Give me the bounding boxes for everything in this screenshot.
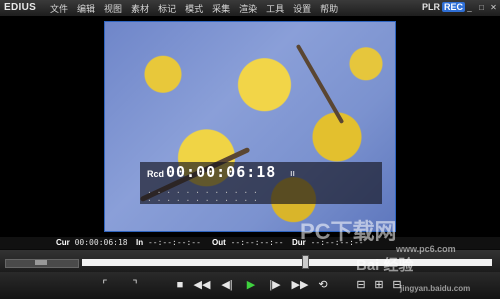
menu-tools[interactable]: 工具 bbox=[266, 2, 284, 15]
play-button[interactable]: ▶ bbox=[244, 279, 258, 292]
maximize-icon[interactable]: □ bbox=[477, 3, 486, 12]
cur-timecode: Cur 00:00:06:18 bbox=[56, 238, 128, 247]
cur-value: 00:00:06:18 bbox=[74, 238, 128, 247]
shuttle-thumb[interactable] bbox=[35, 260, 47, 265]
menu-bar: EDIUS 文件 编辑 视图 素材 标记 模式 采集 渲染 工具 设置 帮助 P… bbox=[0, 0, 500, 17]
overlay-dots: · · · · · · · · · · · · bbox=[147, 196, 258, 205]
playhead-handle[interactable] bbox=[302, 255, 309, 269]
pause-icon: ıı bbox=[290, 168, 296, 178]
watermark-site: PC下载网 bbox=[300, 219, 397, 244]
menu-help[interactable]: 帮助 bbox=[320, 2, 338, 15]
step-back-button[interactable]: ◀| bbox=[218, 279, 236, 292]
branch bbox=[295, 44, 345, 124]
out-value: --:--:--:-- bbox=[230, 238, 284, 247]
mark-out-icon[interactable]: ⌝ bbox=[128, 279, 142, 292]
menu-file[interactable]: 文件 bbox=[50, 2, 68, 15]
record-label: Rcd bbox=[147, 169, 165, 179]
menu-edit[interactable]: 编辑 bbox=[77, 2, 95, 15]
menu-marker[interactable]: 标记 bbox=[158, 2, 176, 15]
overlay-timecode: 00:00:06:18 bbox=[166, 163, 277, 181]
stop-button[interactable]: ■ bbox=[173, 279, 187, 292]
main-menu: 文件 编辑 视图 素材 标记 模式 采集 渲染 工具 设置 帮助 bbox=[50, 2, 347, 15]
minimize-icon[interactable]: _ bbox=[465, 3, 474, 12]
cur-label: Cur bbox=[56, 238, 70, 247]
app-logo: EDIUS bbox=[4, 2, 37, 13]
out-timecode: Out --:--:--:-- bbox=[212, 238, 284, 247]
menu-capture[interactable]: 采集 bbox=[212, 2, 230, 15]
rec-label[interactable]: REC bbox=[442, 2, 466, 12]
step-forward-button[interactable]: |▶ bbox=[266, 279, 284, 292]
in-value: --:--:--:-- bbox=[147, 238, 201, 247]
close-icon[interactable]: ✕ bbox=[489, 3, 498, 12]
watermark-baidu-url: jingyan.baidu.com bbox=[400, 284, 471, 293]
position-slider[interactable] bbox=[82, 259, 492, 266]
plr-label[interactable]: PLR bbox=[422, 2, 440, 12]
fast-forward-button[interactable]: ▶▶ bbox=[290, 279, 310, 292]
overwrite-icon[interactable]: ⊞ bbox=[372, 279, 386, 292]
menu-settings[interactable]: 设置 bbox=[293, 2, 311, 15]
loop-button[interactable]: ⟲ bbox=[316, 279, 330, 292]
watermark-url: www.pc6.com bbox=[396, 244, 456, 254]
watermark-baidu: Bai 经验 bbox=[356, 257, 414, 274]
in-label: In bbox=[136, 238, 144, 247]
menu-view[interactable]: 视图 bbox=[104, 2, 122, 15]
menu-clip[interactable]: 素材 bbox=[131, 2, 149, 15]
menu-render[interactable]: 渲染 bbox=[239, 2, 257, 15]
insert-icon[interactable]: ⊟ bbox=[354, 279, 368, 292]
rewind-button[interactable]: ◀◀ bbox=[192, 279, 212, 292]
in-timecode: In --:--:--:-- bbox=[136, 238, 201, 247]
mark-in-icon[interactable]: ⌜ bbox=[98, 279, 112, 292]
out-label: Out bbox=[212, 238, 226, 247]
menu-mode[interactable]: 模式 bbox=[185, 2, 203, 15]
